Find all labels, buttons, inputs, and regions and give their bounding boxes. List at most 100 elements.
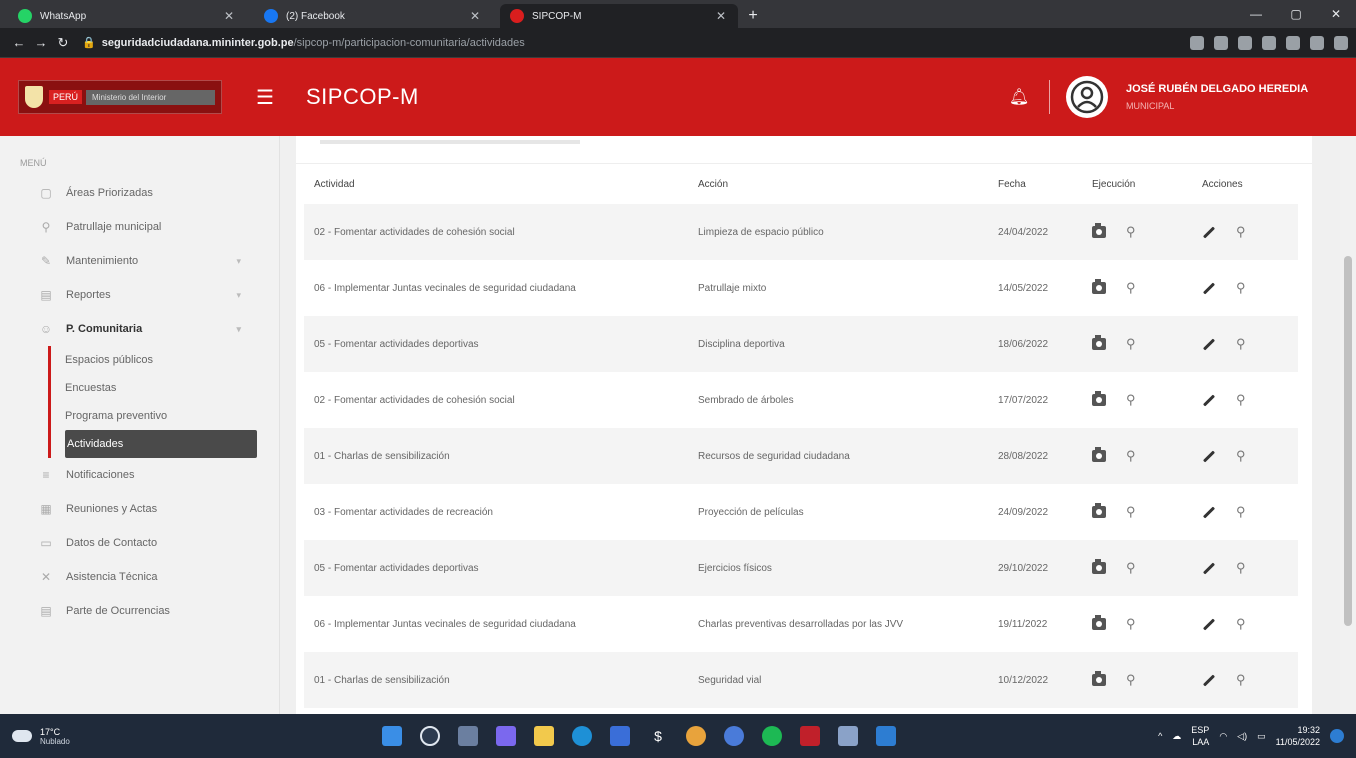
- submenu-item[interactable]: Espacios públicos: [65, 346, 279, 374]
- star-icon[interactable]: [1238, 35, 1252, 50]
- hamburger-menu-icon[interactable]: ☰: [256, 85, 280, 110]
- netflix-icon[interactable]: [800, 726, 820, 746]
- user-avatar-icon[interactable]: [1066, 76, 1108, 118]
- scroll-thumb[interactable]: [1344, 256, 1352, 626]
- notification-center-icon[interactable]: [1330, 729, 1344, 743]
- share-icon[interactable]: [1214, 35, 1228, 50]
- camera-icon[interactable]: [1092, 615, 1106, 630]
- wifi-icon[interactable]: ◠: [1219, 731, 1227, 742]
- tab-close-icon[interactable]: ✕: [222, 9, 236, 23]
- submenu-item[interactable]: Encuestas: [65, 374, 279, 402]
- camera-icon[interactable]: [1092, 279, 1106, 294]
- browser-tab[interactable]: (2) Facebook ✕: [254, 4, 492, 28]
- tab-close-icon[interactable]: ✕: [714, 9, 728, 23]
- notification-bell-icon[interactable]: 🔔︎: [999, 87, 1039, 107]
- key-icon[interactable]: [1190, 35, 1204, 50]
- tab-close-icon[interactable]: ✕: [468, 9, 482, 23]
- teams-icon[interactable]: [496, 726, 516, 746]
- sidepanel-icon[interactable]: [1310, 35, 1324, 50]
- search-icon[interactable]: ⚲: [1126, 280, 1136, 296]
- sidebar-item[interactable]: ≡ Notificaciones: [0, 458, 279, 492]
- view-icon[interactable]: ⚲: [1236, 280, 1246, 296]
- browser-tab[interactable]: WhatsApp ✕: [8, 4, 246, 28]
- search-icon[interactable]: ⚲: [1126, 560, 1136, 576]
- view-icon[interactable]: ⚲: [1236, 504, 1246, 520]
- spotify-icon[interactable]: [762, 726, 782, 746]
- sidebar-item[interactable]: ▦ Reuniones y Actas: [0, 492, 279, 526]
- word-icon[interactable]: [876, 726, 896, 746]
- weather-widget[interactable]: 17°C Nublado: [12, 727, 132, 746]
- edit-icon[interactable]: [1202, 449, 1216, 463]
- view-icon[interactable]: ⚲: [1236, 224, 1246, 240]
- maximize-button[interactable]: ▢: [1276, 0, 1316, 28]
- sidebar-item[interactable]: ▤ Parte de Ocurrencias: [0, 594, 279, 628]
- browser-tab[interactable]: SIPCOP-M ✕: [500, 4, 738, 28]
- file-explorer-icon[interactable]: [534, 726, 554, 746]
- new-tab-button[interactable]: +: [738, 4, 768, 28]
- reload-button[interactable]: ↻: [52, 35, 74, 51]
- dollar-app-icon[interactable]: $: [648, 726, 668, 746]
- view-icon[interactable]: ⚲: [1236, 616, 1246, 632]
- camera-icon[interactable]: [1092, 223, 1106, 238]
- sidebar-item[interactable]: ✕ Asistencia Técnica: [0, 560, 279, 594]
- search-icon[interactable]: ⚲: [1126, 448, 1136, 464]
- submenu-item[interactable]: Programa preventivo: [65, 402, 279, 430]
- edit-icon[interactable]: [1202, 561, 1216, 575]
- user-info[interactable]: JOSÉ RUBÉN DELGADO HEREDIA MUNICIPAL: [1126, 83, 1356, 111]
- sidebar-item[interactable]: ☺ P. Comunitaria ▾: [0, 312, 279, 346]
- puzzle-icon[interactable]: [1286, 35, 1300, 50]
- edit-icon[interactable]: [1202, 225, 1216, 239]
- tray-chevron-icon[interactable]: ^: [1158, 731, 1162, 741]
- edit-icon[interactable]: [1202, 673, 1216, 687]
- view-icon[interactable]: ⚲: [1236, 672, 1246, 688]
- page-scrollbar[interactable]: [1340, 136, 1356, 714]
- sidebar-item[interactable]: ▭ Datos de Contacto: [0, 526, 279, 560]
- camera-icon[interactable]: [1092, 335, 1106, 350]
- camera-icon[interactable]: [1092, 559, 1106, 574]
- back-button[interactable]: ←: [8, 35, 30, 50]
- camera-icon[interactable]: [1092, 447, 1106, 462]
- ministry-logo[interactable]: PERÚ Ministerio del Interior: [18, 80, 222, 114]
- search-icon[interactable]: ⚲: [1126, 672, 1136, 688]
- forward-button[interactable]: →: [30, 35, 52, 50]
- chrome-icon[interactable]: [686, 726, 706, 746]
- minimize-button[interactable]: —: [1236, 0, 1276, 28]
- onedrive-icon[interactable]: ☁: [1172, 731, 1181, 742]
- sidebar-item[interactable]: ▢ Áreas Priorizadas: [0, 176, 279, 210]
- edit-icon[interactable]: [1202, 505, 1216, 519]
- mail-icon[interactable]: [610, 726, 630, 746]
- volume-icon[interactable]: ◁): [1237, 731, 1247, 742]
- task-view-icon[interactable]: [458, 726, 478, 746]
- view-icon[interactable]: ⚲: [1236, 448, 1246, 464]
- edit-icon[interactable]: [1202, 617, 1216, 631]
- profile-icon[interactable]: [1334, 35, 1348, 50]
- search-icon[interactable]: ⚲: [1126, 504, 1136, 520]
- view-icon[interactable]: ⚲: [1236, 560, 1246, 576]
- sidebar-item[interactable]: ✎ Mantenimiento ▾: [0, 244, 279, 278]
- search-icon[interactable]: ⚲: [1126, 392, 1136, 408]
- search-icon[interactable]: ⚲: [1126, 224, 1136, 240]
- close-window-button[interactable]: ✕: [1316, 0, 1356, 28]
- edit-icon[interactable]: [1202, 393, 1216, 407]
- extension-icon[interactable]: [1262, 35, 1276, 50]
- view-icon[interactable]: ⚲: [1236, 336, 1246, 352]
- edge-icon[interactable]: [572, 726, 592, 746]
- zoom-icon[interactable]: [724, 726, 744, 746]
- url-field[interactable]: 🔒 seguridadciudadana.mininter.gob.pe /si…: [82, 31, 1180, 54]
- sidebar-item[interactable]: ⚲ Patrullaje municipal: [0, 210, 279, 244]
- search-icon[interactable]: ⚲: [1126, 616, 1136, 632]
- camera-icon[interactable]: [1092, 671, 1106, 686]
- camera-icon[interactable]: [1092, 503, 1106, 518]
- sidebar-item[interactable]: ▤ Reportes ▾: [0, 278, 279, 312]
- language-indicator[interactable]: ESP LAA: [1191, 724, 1209, 748]
- edit-icon[interactable]: [1202, 337, 1216, 351]
- view-icon[interactable]: ⚲: [1236, 392, 1246, 408]
- edit-icon[interactable]: [1202, 281, 1216, 295]
- camera-icon[interactable]: [1092, 391, 1106, 406]
- battery-icon[interactable]: ▭: [1257, 731, 1266, 742]
- submenu-item[interactable]: Actividades: [65, 430, 257, 458]
- clock[interactable]: 19:32 11/05/2022: [1276, 724, 1320, 748]
- search-icon[interactable]: [420, 726, 440, 746]
- start-icon[interactable]: [382, 726, 402, 746]
- search-icon[interactable]: ⚲: [1126, 336, 1136, 352]
